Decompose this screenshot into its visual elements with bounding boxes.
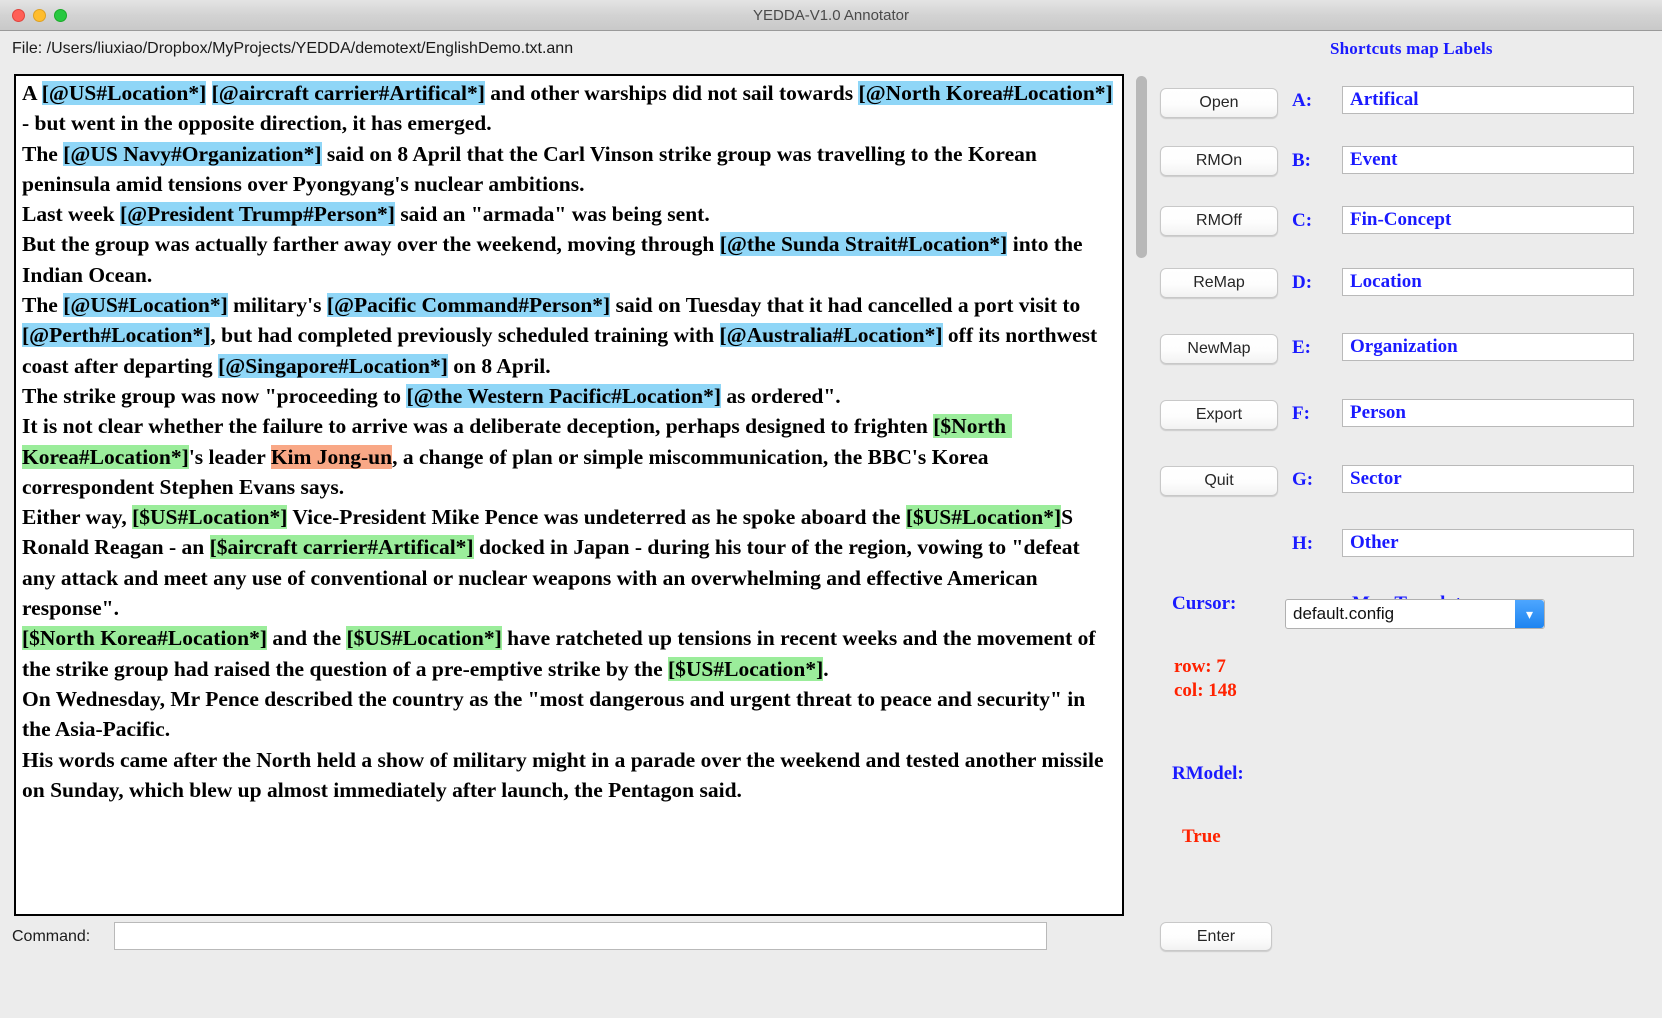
annotation-span: [$North Korea#Location*] bbox=[22, 626, 267, 650]
annotation-span: [$US#Location*] bbox=[132, 505, 287, 529]
plain-text-span: and other warships did not sail towards bbox=[485, 81, 859, 105]
rmon-button[interactable]: RMOn bbox=[1160, 146, 1278, 176]
shortcut-key-c: C: bbox=[1292, 210, 1312, 232]
label-field-c[interactable]: Fin-Concept bbox=[1342, 206, 1634, 234]
label-field-a[interactable]: Artifical bbox=[1342, 86, 1634, 114]
plain-text-span bbox=[206, 81, 211, 105]
shortcut-key-g: G: bbox=[1292, 469, 1313, 491]
annotation-span: [@US Navy#Organization*] bbox=[63, 142, 321, 166]
quit-button[interactable]: Quit bbox=[1160, 466, 1278, 496]
plain-text-span: , but had completed previously scheduled… bbox=[210, 323, 719, 347]
label-field-h[interactable]: Other bbox=[1342, 529, 1634, 557]
plain-text-span: military's bbox=[228, 293, 327, 317]
annotation-span: [@US#Location*] bbox=[42, 81, 207, 105]
shortcut-key-a: A: bbox=[1292, 90, 1312, 112]
annotation-span: [@the Sunda Strait#Location*] bbox=[720, 232, 1008, 256]
command-input[interactable] bbox=[114, 922, 1047, 950]
annotation-span: [@Australia#Location*] bbox=[720, 323, 943, 347]
shortcut-key-b: B: bbox=[1292, 150, 1311, 172]
label-field-b[interactable]: Event bbox=[1342, 146, 1634, 174]
label-field-f[interactable]: Person bbox=[1342, 399, 1634, 427]
annotation-span: [@North Korea#Location*] bbox=[858, 81, 1112, 105]
label-field-g[interactable]: Sector bbox=[1342, 465, 1634, 493]
rmodel-label: RModel: bbox=[1172, 763, 1244, 785]
rmoff-button[interactable]: RMOff bbox=[1160, 206, 1278, 236]
label-field-e[interactable]: Organization bbox=[1342, 333, 1634, 361]
plain-text-span: and the bbox=[267, 626, 346, 650]
shortcuts-map-labels-title: Shortcuts map Labels bbox=[1330, 39, 1493, 59]
shortcut-key-f: F: bbox=[1292, 403, 1310, 425]
annotation-span: [@President Trump#Person*] bbox=[120, 202, 395, 226]
shortcut-key-e: E: bbox=[1292, 337, 1311, 359]
annotation-span: [$US#Location*] bbox=[668, 657, 823, 681]
minimize-button[interactable] bbox=[33, 9, 46, 22]
annotation-span: [$US#Location*] bbox=[346, 626, 501, 650]
annotation-span: [@US#Location*] bbox=[63, 293, 228, 317]
annotation-span: Kim Jong-un bbox=[271, 445, 392, 469]
plain-text-span: A bbox=[22, 81, 42, 105]
annotation-span: [@Perth#Location*] bbox=[22, 323, 210, 347]
remap-button[interactable]: ReMap bbox=[1160, 268, 1278, 298]
file-path-row: File: /Users/liuxiao/Dropbox/MyProjects/… bbox=[0, 31, 1662, 71]
text-area-scrollbar[interactable] bbox=[1132, 74, 1150, 916]
annotation-span: [@aircraft carrier#Artifical*] bbox=[212, 81, 485, 105]
map-template-selected-value: default.config bbox=[1293, 604, 1394, 624]
annotated-text[interactable]: A [@US#Location*] [@aircraft carrier#Art… bbox=[16, 76, 1122, 805]
right-control-panel: Open RMOn RMOff ReMap NewMap Export Quit… bbox=[1152, 74, 1662, 916]
label-field-d[interactable]: Location bbox=[1342, 268, 1634, 296]
cursor-label: Cursor: bbox=[1172, 593, 1236, 615]
chevron-down-icon[interactable]: ▾ bbox=[1515, 600, 1544, 628]
window-title: YEDDA-V1.0 Annotator bbox=[0, 7, 1662, 24]
annotation-span: [$aircraft carrier#Artifical*] bbox=[210, 535, 474, 559]
window-controls[interactable] bbox=[12, 9, 67, 22]
plain-text-span: Vice-President Mike Pence was undeterred… bbox=[287, 505, 905, 529]
cursor-col-value: col: 148 bbox=[1174, 679, 1237, 703]
rmodel-value: True bbox=[1182, 825, 1221, 849]
annotation-span: [@Pacific Command#Person*] bbox=[327, 293, 610, 317]
shortcut-key-h: H: bbox=[1292, 533, 1313, 555]
export-button[interactable]: Export bbox=[1160, 400, 1278, 430]
text-area-scrollbar-thumb[interactable] bbox=[1136, 76, 1147, 258]
file-path-label: File: /Users/liuxiao/Dropbox/MyProjects/… bbox=[12, 40, 573, 58]
annotation-span: [@Singapore#Location*] bbox=[218, 354, 448, 378]
annotation-span: [$US#Location*] bbox=[906, 505, 1061, 529]
cursor-row-value: row: 7 bbox=[1174, 655, 1226, 679]
enter-button[interactable]: Enter bbox=[1160, 922, 1272, 951]
annotation-text-area[interactable]: A [@US#Location*] [@aircraft carrier#Art… bbox=[14, 74, 1124, 916]
newmap-button[interactable]: NewMap bbox=[1160, 334, 1278, 364]
shortcut-key-d: D: bbox=[1292, 272, 1312, 294]
open-button[interactable]: Open bbox=[1160, 88, 1278, 118]
annotation-span: [@the Western Pacific#Location*] bbox=[406, 384, 721, 408]
window-titlebar: YEDDA-V1.0 Annotator bbox=[0, 0, 1662, 31]
plain-text-span: said on Tuesday that it had cancelled a … bbox=[610, 293, 1085, 317]
zoom-button[interactable] bbox=[54, 9, 67, 22]
map-template-select[interactable]: default.config ▾ bbox=[1285, 599, 1545, 629]
plain-text-span: 's leader bbox=[189, 445, 271, 469]
command-label: Command: bbox=[12, 928, 90, 946]
close-button[interactable] bbox=[12, 9, 25, 22]
